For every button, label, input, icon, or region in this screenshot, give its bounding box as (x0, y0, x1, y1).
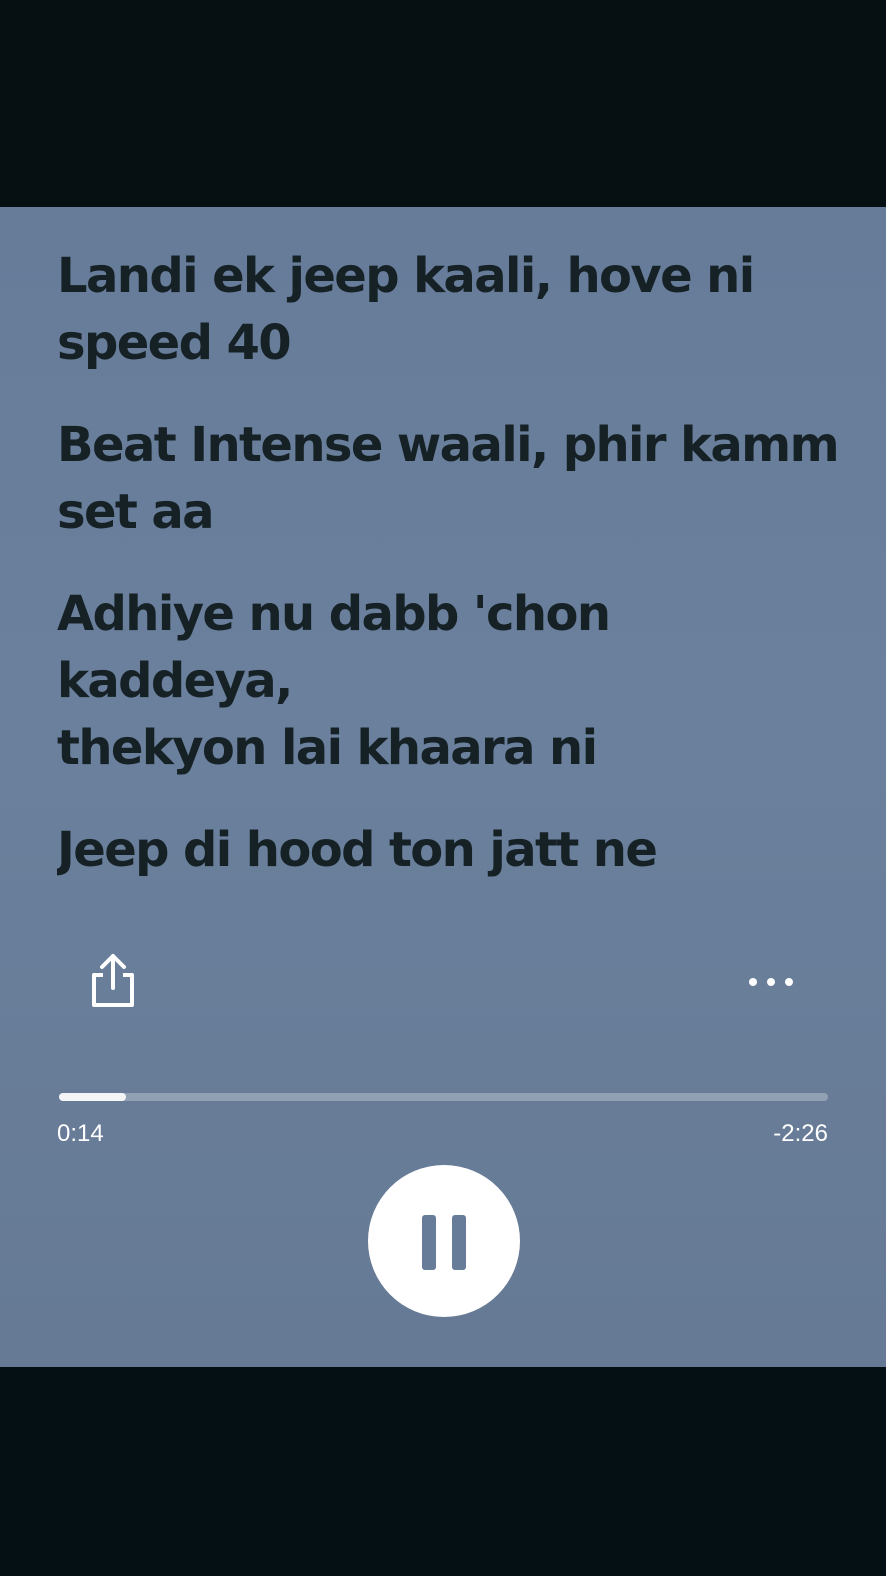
pause-button[interactable] (368, 1165, 520, 1317)
lyric-line-text-2: set aa (57, 484, 215, 540)
lyric-line-text-2: maareya lalkaara ni (57, 884, 857, 893)
more-options-button[interactable] (747, 971, 797, 993)
pause-icon-bar (422, 1215, 436, 1270)
lyric-line-text-1: Landi ek jeep kaali, hove ni (57, 248, 755, 304)
lyrics-player-panel: Landi ek jeep kaali, hove ni speed 40 Be… (0, 207, 886, 1367)
elapsed-time: 0:14 (57, 1120, 104, 1147)
playback-progress-slider[interactable] (59, 1093, 828, 1101)
lyric-line-text-1: Adhiye nu dabb 'chon kaddeya, (57, 586, 611, 709)
lyric-line-text-1: Jeep di hood ton jatt ne (57, 822, 658, 878)
lyrics-view[interactable]: Landi ek jeep kaali, hove ni speed 40 Be… (57, 243, 857, 893)
more-horizontal-icon (749, 978, 793, 986)
bottom-black-bar (0, 1367, 886, 1576)
lyric-line-text-2: speed 40 (57, 315, 292, 371)
remaining-time: -2:26 (773, 1120, 828, 1147)
lyric-line[interactable]: Jeep di hood ton jatt ne maareya lalkaar… (57, 817, 857, 893)
playback-progress-fill (59, 1093, 127, 1101)
lyric-line-text-1: Beat Intense waali, phir kamm (57, 417, 840, 473)
top-black-bar (0, 0, 886, 207)
pause-icon-bar (452, 1215, 466, 1270)
share-button[interactable] (85, 950, 141, 1010)
lyric-line[interactable]: Beat Intense waali, phir kamm set aa (57, 412, 857, 546)
lyric-line-text-2: thekyon lai khaara ni (57, 720, 598, 776)
lyric-line[interactable]: Adhiye nu dabb 'chon kaddeya, thekyon la… (57, 581, 857, 782)
lyric-line[interactable]: Landi ek jeep kaali, hove ni speed 40 (57, 243, 857, 377)
share-icon (92, 954, 134, 1007)
